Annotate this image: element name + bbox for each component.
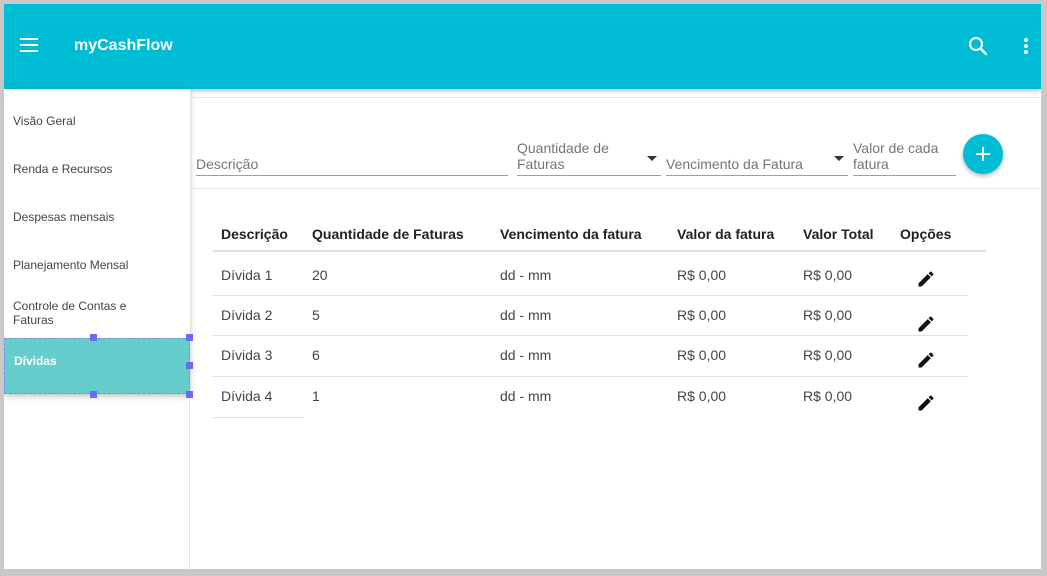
valor-fatura-label: Valor de cada fatura	[853, 140, 939, 172]
table-cell: R$ 0,00	[803, 388, 853, 404]
pencil-icon[interactable]	[916, 350, 936, 370]
column-header: Valor da fatura	[677, 226, 775, 242]
divider	[190, 97, 1041, 98]
table-cell: 20	[312, 267, 328, 283]
divider	[213, 417, 304, 418]
pencil-icon[interactable]	[916, 269, 936, 289]
column-header: Vencimento da fatura	[500, 226, 642, 242]
sidebar-item-visao-geral[interactable]: Visão Geral	[4, 114, 190, 128]
column-header: Quantidade de Faturas	[312, 226, 464, 242]
app-bar: myCashFlow	[4, 4, 1041, 89]
pencil-icon[interactable]	[916, 314, 936, 334]
divider	[213, 295, 968, 296]
descricao-label: Descrição	[196, 156, 259, 172]
quantidade-faturas-select[interactable]: Quantidade de Faturas	[517, 140, 661, 176]
sidebar-item-renda-recursos[interactable]: Renda e Recursos	[4, 162, 190, 176]
divider	[213, 250, 986, 252]
column-header: Descrição	[221, 226, 288, 242]
table-cell: R$ 0,00	[677, 347, 727, 363]
menu-icon[interactable]	[20, 36, 42, 56]
app-window: myCashFlow Visão Geral Renda e Recursos	[4, 4, 1041, 569]
sidebar-item-despesas-mensais[interactable]: Despesas mensais	[4, 210, 190, 224]
table-cell: Dívida 4	[221, 388, 273, 404]
sidebar-item-controle-contas[interactable]: Controle de Contas e Faturas	[4, 299, 144, 327]
table-cell: R$ 0,00	[677, 307, 727, 323]
divider	[190, 188, 1041, 189]
table-cell: dd - mm	[500, 307, 552, 323]
table-cell: Dívida 2	[221, 307, 273, 323]
app-title: myCashFlow	[74, 37, 173, 54]
selection-handle[interactable]	[186, 391, 193, 398]
valor-fatura-field[interactable]: Valor de cada fatura	[853, 140, 956, 176]
sidebar-item-label: Planejamento Mensal	[13, 258, 129, 272]
sidebar-item-label: Controle de Contas e Faturas	[13, 299, 127, 327]
vencimento-fatura-select[interactable]: Vencimento da Fatura	[666, 144, 848, 176]
divider	[213, 335, 968, 336]
table-cell: dd - mm	[500, 267, 552, 283]
column-header: Opções	[900, 226, 952, 242]
sidebar: Visão Geral Renda e Recursos Despesas me…	[4, 89, 193, 569]
vencimento-fatura-label: Vencimento da Fatura	[666, 156, 803, 172]
column-header: Valor Total	[803, 226, 874, 242]
sidebar-item-label: Visão Geral	[13, 114, 76, 128]
selection-handle[interactable]	[90, 334, 97, 341]
table-cell: 1	[312, 388, 320, 404]
quantidade-faturas-label: Quantidade de Faturas	[517, 140, 609, 172]
table-cell: R$ 0,00	[677, 388, 727, 404]
add-button[interactable]	[963, 134, 1003, 174]
sidebar-item-label: Renda e Recursos	[13, 162, 113, 176]
selection-handle[interactable]	[186, 362, 193, 369]
selection-handle[interactable]	[90, 391, 97, 398]
table-cell: Dívida 3	[221, 347, 273, 363]
sidebar-menu: Visão Geral Renda e Recursos Despesas me…	[4, 89, 190, 394]
dropdown-arrow-icon	[834, 156, 844, 161]
pencil-icon[interactable]	[916, 393, 936, 413]
table-cell: R$ 0,00	[803, 267, 853, 283]
table-cell: dd - mm	[500, 388, 552, 404]
sidebar-item-label: Despesas mensais	[13, 210, 115, 224]
more-vert-icon[interactable]	[1016, 34, 1036, 58]
selection-handle[interactable]	[186, 334, 193, 341]
table-cell: dd - mm	[500, 347, 552, 363]
table-cell: R$ 0,00	[677, 267, 727, 283]
plus-icon-stroke	[982, 147, 984, 161]
divider	[213, 376, 968, 377]
table-cell: 6	[312, 347, 320, 363]
search-icon[interactable]	[966, 34, 990, 58]
descricao-field[interactable]: Descrição	[196, 144, 508, 176]
dropdown-arrow-icon	[647, 156, 657, 161]
sidebar-item-planejamento-mensal[interactable]: Planejamento Mensal	[4, 258, 190, 272]
table-cell: Dívida 1	[221, 267, 273, 283]
table-cell: 5	[312, 307, 320, 323]
table-cell: R$ 0,00	[803, 347, 853, 363]
sidebar-item-dividas[interactable]: Dívidas	[4, 338, 190, 394]
sidebar-item-label: Dívidas	[14, 354, 57, 368]
table-cell: R$ 0,00	[803, 307, 853, 323]
